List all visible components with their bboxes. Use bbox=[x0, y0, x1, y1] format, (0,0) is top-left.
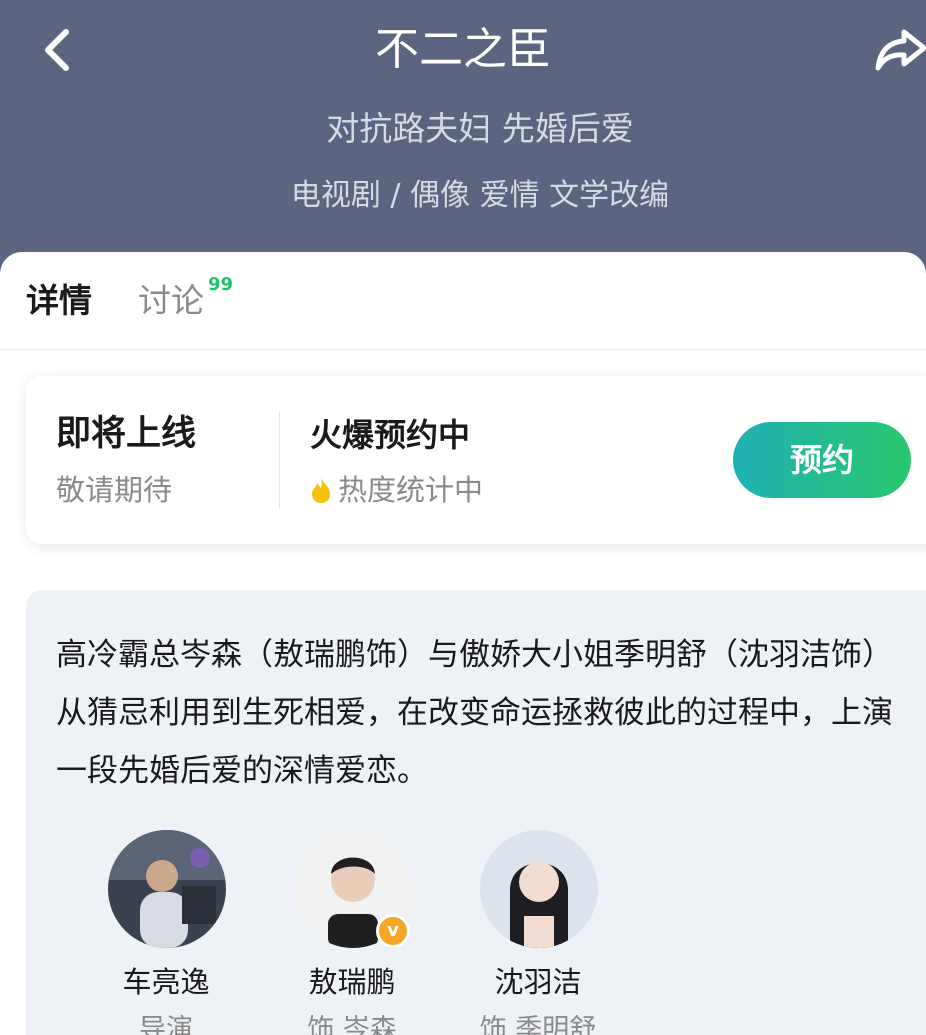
cast-name: 敖瑞鹏 bbox=[308, 965, 396, 999]
release-status: 即将上线 bbox=[56, 414, 197, 454]
show-tagline: 对抗路夫妇 先婚后爱 bbox=[326, 109, 634, 148]
share-icon bbox=[875, 29, 926, 71]
show-genres: 电视剧 / 偶像 爱情 文学改编 bbox=[290, 178, 670, 213]
tab-discuss[interactable]: 讨论 bbox=[138, 278, 204, 324]
cast-role: 饰 岑森 bbox=[307, 1014, 397, 1035]
synopsis-section: 高冷霸总岑森（敖瑞鹏饰）与傲娇大小姐季明舒（沈羽洁饰）从猜忌利用到生死相爱，在改… bbox=[26, 590, 926, 1035]
popularity-status: 热度统计中 bbox=[338, 473, 484, 507]
divider bbox=[279, 412, 280, 508]
avatar bbox=[480, 830, 598, 948]
synopsis-text: 高冷霸总岑森（敖瑞鹏饰）与傲娇大小姐季明舒（沈羽洁饰）从猜忌利用到生死相爱，在改… bbox=[56, 637, 893, 789]
avatar bbox=[108, 830, 226, 948]
discuss-count-badge: 99 bbox=[208, 274, 234, 295]
cast-name: 车亮逸 bbox=[122, 965, 210, 999]
tab-detail[interactable]: 详情 bbox=[26, 278, 92, 324]
share-button[interactable] bbox=[872, 26, 926, 74]
tab-bar: 详情 讨论 99 bbox=[0, 252, 926, 350]
reservation-status: 火爆预约中 bbox=[310, 416, 471, 454]
page-title: 不二之臣 bbox=[375, 24, 551, 75]
content-sheet: 详情 讨论 99 即将上线 敬请期待 火爆预约中 热度统计中 预约 高冷霸总岑森… bbox=[0, 252, 926, 1035]
cast-list: 车亮逸 导演 v 敖瑞鹏 饰 岑森 沈羽洁 饰 季明舒 bbox=[26, 830, 926, 1035]
cast-name: 沈羽洁 bbox=[494, 965, 582, 999]
cast-item-actress[interactable]: 沈羽洁 饰 季明舒 bbox=[448, 830, 628, 1035]
reserve-button[interactable]: 预约 bbox=[733, 422, 911, 498]
header: 不二之臣 对抗路夫妇 先婚后爱 电视剧 / 偶像 爱情 文学改编 bbox=[0, 0, 926, 275]
cast-role: 导演 bbox=[139, 1014, 193, 1035]
cast-item-director[interactable]: 车亮逸 导演 bbox=[76, 830, 256, 1035]
cast-item-actor[interactable]: v 敖瑞鹏 饰 岑森 bbox=[262, 830, 442, 1035]
verified-icon: v bbox=[376, 914, 410, 948]
cast-role: 饰 季明舒 bbox=[479, 1014, 597, 1035]
release-status-sub: 敬请期待 bbox=[56, 473, 173, 507]
release-status-card: 即将上线 敬请期待 火爆预约中 热度统计中 预约 bbox=[26, 376, 926, 544]
flame-icon bbox=[312, 478, 330, 503]
